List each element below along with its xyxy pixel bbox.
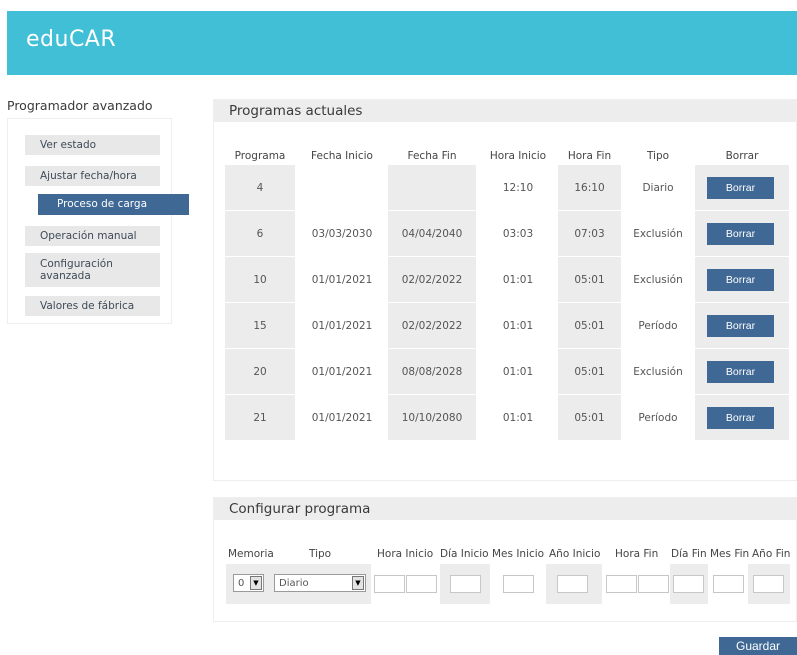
tipo-select[interactable]: Diario ▼: [274, 574, 366, 592]
column-header-hora-inicio: Hora Inicio: [489, 150, 547, 162]
programs-panel-title: Programas actuales: [214, 100, 796, 122]
config-header-anio-fin: Año Fin: [752, 548, 791, 560]
cell-hora-inicio: 01:01: [502, 365, 534, 378]
chevron-down-icon: ▼: [250, 576, 262, 590]
sidebar-item-label: Proceso de carga: [57, 198, 148, 211]
column-header-fecha-inicio: Fecha Inicio: [311, 150, 373, 162]
config-header-tipo: Tipo: [309, 548, 332, 560]
cell-fecha-fin: 10/10/2080: [388, 395, 476, 440]
sidebar-item-label: Valores de fábrica: [40, 299, 135, 312]
sidebar-item-label: Operación manual: [40, 229, 137, 242]
hora-inicio-minutes-input[interactable]: [406, 575, 437, 593]
cell-hora-fin: 07:03: [558, 211, 621, 256]
cell-fecha-inicio: 01/01/2021: [311, 365, 373, 378]
config-header-hora-inicio: Hora Inicio: [377, 548, 434, 560]
cell-programa: 4: [225, 165, 295, 210]
cell-fecha-inicio: 03/03/2030: [311, 227, 373, 240]
cell-fecha-fin: 04/04/2040: [388, 211, 476, 256]
cell-hora-inicio: 01:01: [502, 319, 534, 332]
cell-fecha-fin: 08/08/2028: [388, 349, 476, 394]
sidebar-item-configuracion-avanzada[interactable]: Configuración avanzada: [25, 253, 160, 287]
hora-inicio-hours-input[interactable]: [374, 575, 405, 593]
cell-fecha-fin: 02/02/2022: [388, 303, 476, 348]
column-header-borrar: Borrar: [725, 150, 759, 162]
cell-programa: 15: [225, 303, 295, 348]
mes-inicio-input[interactable]: [503, 575, 534, 593]
cell-fecha-inicio: 01/01/2021: [311, 319, 373, 332]
cell-programa: 21: [225, 395, 295, 440]
dia-inicio-input[interactable]: [450, 575, 481, 593]
cell-fecha-fin: 02/02/2022: [388, 257, 476, 302]
cell-hora-fin: 16:10: [558, 165, 621, 210]
delete-button[interactable]: Borrar: [707, 315, 774, 337]
memoria-select-value: 0: [238, 577, 245, 589]
cell-fecha-fin: [388, 165, 476, 210]
save-button[interactable]: Guardar: [719, 637, 797, 655]
config-header-hora-fin: Hora Fin: [615, 548, 659, 560]
anio-inicio-input[interactable]: [557, 575, 588, 593]
cell-programa: 20: [225, 349, 295, 394]
cell-hora-fin: 05:01: [558, 303, 621, 348]
delete-button[interactable]: Borrar: [707, 407, 774, 429]
app-brand: eduCAR: [26, 27, 117, 52]
cell-programa: 6: [225, 211, 295, 256]
dia-fin-input[interactable]: [673, 575, 704, 593]
cell-tipo: Exclusión: [633, 273, 683, 286]
cell-tipo: Exclusión: [633, 365, 683, 378]
cell-hora-fin: 05:01: [558, 257, 621, 302]
config-header-mes-inicio: Mes Inicio: [492, 548, 545, 560]
cell-tipo: Período: [638, 411, 678, 424]
cell-hora-fin: 05:01: [558, 395, 621, 440]
delete-button[interactable]: Borrar: [707, 269, 774, 291]
sidebar-item-label: Ver estado: [40, 138, 97, 151]
cell-hora-inicio: 01:01: [502, 411, 534, 424]
hora-fin-minutes-input[interactable]: [638, 575, 669, 593]
cell-hora-fin: 05:01: [558, 349, 621, 394]
column-header-hora-fin: Hora Fin: [567, 150, 612, 162]
column-header-fecha-fin: Fecha Fin: [407, 150, 457, 162]
config-header-mes-fin: Mes Fin: [710, 548, 750, 560]
hora-fin-hours-input[interactable]: [606, 575, 637, 593]
header-banner: eduCAR: [7, 11, 797, 75]
sidebar-item-proceso-de-carga[interactable]: Proceso de carga: [38, 194, 189, 215]
column-header-tipo: Tipo: [646, 150, 670, 162]
config-header-memoria: Memoria: [228, 548, 274, 560]
sidebar-item-valores-de-fabrica[interactable]: Valores de fábrica: [25, 296, 160, 316]
sidebar-title: Programador avanzado: [7, 98, 153, 113]
cell-hora-inicio: 01:01: [502, 273, 534, 286]
cell-programa: 10: [225, 257, 295, 302]
cell-fecha-inicio: 01/01/2021: [311, 273, 373, 286]
config-header-dia-fin: Día Fin: [671, 548, 707, 560]
cell-tipo: Diario: [642, 181, 674, 194]
sidebar-item-operacion-manual[interactable]: Operación manual: [25, 226, 160, 246]
config-header-dia-inicio: Día Inicio: [440, 548, 489, 560]
cell-hora-inicio: 03:03: [502, 227, 534, 240]
mes-fin-input[interactable]: [713, 575, 744, 593]
delete-button[interactable]: Borrar: [707, 177, 774, 199]
cell-tipo: Período: [638, 319, 678, 332]
anio-fin-input[interactable]: [753, 575, 784, 593]
delete-button[interactable]: Borrar: [707, 361, 774, 383]
sidebar-item-label: Configuración avanzada: [40, 257, 113, 282]
cell-tipo: Exclusión: [633, 227, 683, 240]
column-header-programa: Programa: [234, 150, 286, 162]
config-panel-title: Configurar programa: [214, 498, 796, 520]
chevron-down-icon: ▼: [352, 576, 364, 590]
delete-button[interactable]: Borrar: [707, 223, 774, 245]
memoria-select[interactable]: 0 ▼: [233, 574, 264, 592]
sidebar-item-ver-estado[interactable]: Ver estado: [25, 135, 160, 155]
cell-fecha-inicio: 01/01/2021: [311, 411, 373, 424]
cell-hora-inicio: 12:10: [502, 181, 534, 194]
sidebar-item-label: Ajustar fecha/hora: [40, 169, 137, 182]
sidebar-item-ajustar-fecha-hora[interactable]: Ajustar fecha/hora: [25, 166, 160, 186]
config-header-anio-inicio: Año Inicio: [549, 548, 601, 560]
cell-fecha-inicio: [298, 165, 386, 210]
tipo-select-value: Diario: [279, 577, 309, 589]
